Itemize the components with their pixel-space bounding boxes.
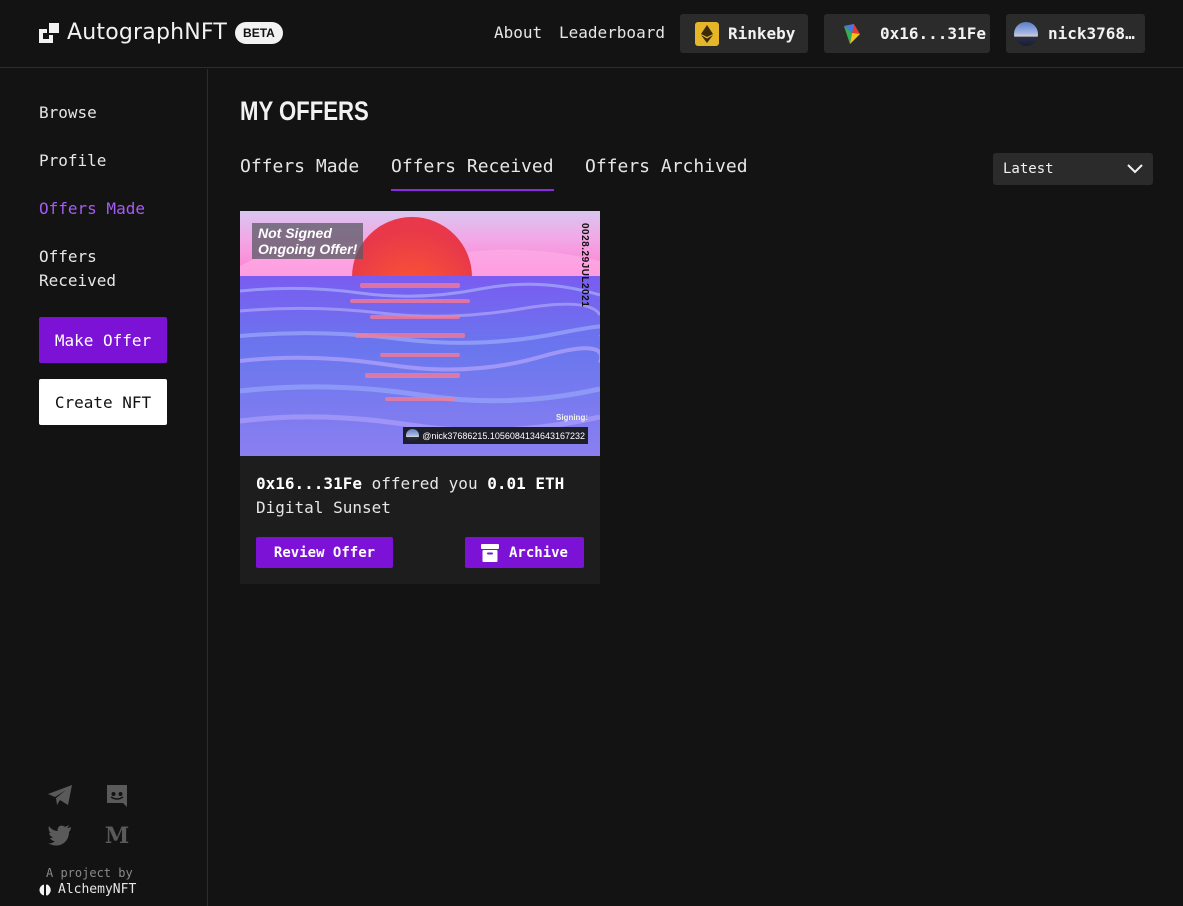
alchemy-brand: AlchemyNFT [58, 882, 137, 897]
sidebar-item-profile[interactable]: Profile [39, 149, 179, 173]
network-label: Rinkeby [728, 24, 796, 43]
app-logo[interactable]: AutographNFT BETA [39, 20, 283, 45]
sidebar-item-browse[interactable]: Browse [39, 101, 179, 125]
image-date-stamp: 0028.29JUL2021 [579, 223, 590, 308]
medium-icon[interactable]: M [104, 822, 130, 848]
offer-card: Not Signed Ongoing Offer! 0028.29JUL2021… [240, 211, 600, 584]
alchemy-logo-icon [39, 883, 51, 896]
nav-leaderboard-link[interactable]: Leaderboard [559, 23, 665, 42]
svg-text:M: M [105, 823, 129, 848]
offer-from-address: 0x16...31Fe [256, 474, 362, 493]
page-title: MY OFFERS [240, 96, 369, 126]
archive-icon [480, 543, 499, 562]
sidebar: Browse Profile Offers Made Offers Receiv… [0, 69, 208, 906]
signer-avatar [406, 429, 420, 442]
offer-status-line: Ongoing Offer! [258, 241, 358, 257]
app-title: AutographNFT [67, 20, 228, 45]
signer-tag: @nick37686215.1056084134643167232 [403, 427, 588, 444]
signing-label: Signing: [556, 413, 588, 422]
network-selector[interactable]: Rinkeby [680, 14, 808, 53]
tab-offers-archived[interactable]: Offers Archived [585, 156, 748, 189]
offer-text: offered you [371, 474, 478, 493]
review-offer-button[interactable]: Review Offer [256, 537, 393, 568]
wallet-icon [844, 23, 860, 44]
archive-label: Archive [508, 544, 568, 561]
tab-offers-made[interactable]: Offers Made [240, 156, 359, 189]
signature-status-line: Not Signed [258, 225, 332, 241]
signature-status-label: Not Signed Ongoing Offer! [252, 223, 364, 259]
sort-select[interactable]: Latest [993, 153, 1153, 185]
ethereum-icon [695, 21, 719, 46]
nft-image[interactable]: Not Signed Ongoing Offer! 0028.29JUL2021… [240, 211, 600, 456]
wallet-address: 0x16...31Fe [880, 24, 986, 43]
wallet-address-button[interactable]: 0x16...31Fe [824, 14, 990, 53]
nft-name: Digital Sunset [256, 498, 391, 517]
archive-button[interactable]: Archive [465, 537, 584, 568]
telegram-icon[interactable] [47, 782, 73, 808]
sidebar-item-offers-made[interactable]: Offers Made [39, 197, 179, 221]
sort-selected-value: Latest [1003, 161, 1054, 177]
tab-offers-received[interactable]: Offers Received [391, 156, 554, 191]
nav-about-link[interactable]: About [494, 23, 542, 42]
top-bar: AutographNFT BETA About Leaderboard Rink… [0, 0, 1183, 68]
project-by-label: A project by [46, 866, 133, 880]
make-offer-button[interactable]: Make Offer [39, 317, 167, 363]
user-menu-button[interactable]: nick3768… [1006, 14, 1145, 53]
logo-mark-icon [39, 22, 59, 43]
sidebar-item-offers-received[interactable]: Offers Received [39, 245, 139, 293]
chevron-down-icon [1127, 164, 1143, 174]
beta-badge: BETA [235, 21, 283, 44]
user-handle: nick3768… [1048, 24, 1135, 43]
offer-summary: 0x16...31Fe offered you 0.01 ETH [256, 474, 564, 493]
create-nft-button[interactable]: Create NFT [39, 379, 167, 425]
discord-icon[interactable] [104, 783, 130, 809]
offer-amount: 0.01 ETH [487, 474, 565, 493]
avatar [1014, 21, 1038, 46]
twitter-icon[interactable] [47, 822, 73, 848]
signer-handle: @nick37686215.1056084134643167232 [422, 430, 585, 441]
alchemy-link[interactable]: AlchemyNFT [39, 882, 136, 897]
